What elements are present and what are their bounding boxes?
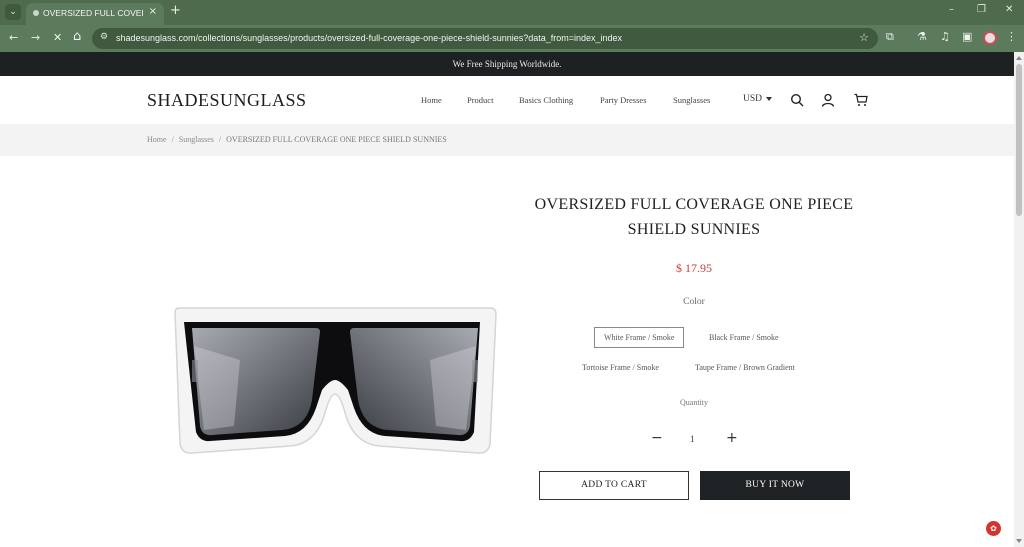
scroll-down-icon[interactable] bbox=[1016, 539, 1022, 543]
tab-favicon-icon bbox=[33, 10, 39, 16]
home-icon[interactable]: ⌂ bbox=[73, 29, 81, 44]
forward-icon[interactable]: → bbox=[31, 31, 40, 44]
chat-widget-icon[interactable]: ✿ bbox=[986, 521, 1001, 536]
nav-home[interactable]: Home bbox=[421, 95, 442, 105]
bookmark-star-icon[interactable]: ☆ bbox=[859, 31, 869, 44]
page-scrollbar[interactable] bbox=[1014, 52, 1024, 547]
labs-icon[interactable]: ⚗ bbox=[917, 30, 927, 43]
breadcrumb-current: OVERSIZED FULL COVERAGE ONE PIECE SHIELD… bbox=[226, 135, 447, 144]
breadcrumb-sunglasses[interactable]: Sunglasses bbox=[179, 135, 214, 144]
nav-party-dresses[interactable]: Party Dresses bbox=[600, 95, 647, 105]
currency-selector[interactable]: USD bbox=[743, 94, 773, 104]
quantity-value[interactable]: 1 bbox=[690, 434, 695, 444]
announcement-bar: We Free Shipping Worldwide. bbox=[0, 52, 1014, 76]
tab-search-icon[interactable]: ⌄ bbox=[5, 4, 21, 20]
chevron-down-icon bbox=[766, 96, 773, 101]
side-panel-icon[interactable]: ▣ bbox=[962, 30, 972, 43]
extensions-icon[interactable]: ⧉ bbox=[886, 30, 894, 44]
back-icon[interactable]: ← bbox=[9, 31, 18, 44]
url-field[interactable]: ⚙ shadesunglass.com/collections/sunglass… bbox=[92, 28, 878, 49]
window-close-icon[interactable]: ✕ bbox=[1005, 4, 1013, 15]
account-icon[interactable] bbox=[821, 93, 835, 107]
browser-menu-icon[interactable]: ⋮ bbox=[1006, 30, 1017, 43]
profile-avatar[interactable] bbox=[983, 31, 997, 45]
product-image[interactable] bbox=[170, 306, 500, 458]
currency-label: USD bbox=[743, 94, 763, 104]
product-price: $ 17.95 bbox=[676, 261, 712, 275]
buy-now-button[interactable]: BUY IT NOW bbox=[700, 471, 850, 500]
color-label: Color bbox=[683, 297, 705, 307]
tab-close-icon[interactable]: × bbox=[149, 6, 157, 17]
address-bar: ← → ✕ ⌂ ⚙ shadesunglass.com/collections/… bbox=[0, 25, 1024, 52]
cart-icon[interactable] bbox=[854, 93, 868, 107]
minimize-icon[interactable]: – bbox=[949, 4, 954, 15]
quantity-increase-button[interactable]: + bbox=[726, 430, 738, 446]
tab-title: OVERSIZED FULL COVERAGE O bbox=[43, 8, 143, 18]
breadcrumb: Home / Sunglasses / OVERSIZED FULL COVERAGE … bbox=[0, 124, 1014, 156]
media-icon[interactable]: ♫ bbox=[940, 30, 950, 43]
add-to-cart-button[interactable]: ADD TO CART bbox=[539, 471, 689, 500]
nav-sunglasses[interactable]: Sunglasses bbox=[673, 95, 710, 105]
search-icon[interactable] bbox=[790, 93, 804, 107]
quantity-label: Quantity bbox=[680, 398, 708, 407]
site-header: SHADESUNGLASS Home Product Basics Clothi… bbox=[0, 76, 1014, 124]
nav-basics-clothing[interactable]: Basics Clothing bbox=[519, 95, 573, 105]
site-logo[interactable]: SHADESUNGLASS bbox=[147, 90, 307, 111]
scrollbar-thumb[interactable] bbox=[1016, 64, 1022, 216]
product-title-line1: OVERSIZED FULL COVERAGE ONE PIECE bbox=[534, 196, 854, 213]
nav-product[interactable]: Product bbox=[467, 95, 493, 105]
color-option-taupe-brown-gradient[interactable]: Taupe Frame / Brown Gradient bbox=[695, 363, 795, 372]
breadcrumb-separator: / bbox=[171, 135, 174, 144]
restore-icon[interactable]: ❐ bbox=[977, 4, 986, 15]
breadcrumb-home[interactable]: Home bbox=[147, 135, 167, 144]
product-title-line2: SHIELD SUNNIES bbox=[627, 221, 761, 238]
browser-tab-bar: ⌄ OVERSIZED FULL COVERAGE O × + – ❐ ✕ bbox=[0, 0, 1024, 25]
breadcrumb-separator: / bbox=[218, 135, 222, 144]
quantity-decrease-button[interactable]: − bbox=[651, 430, 663, 446]
product-title: OVERSIZED FULL COVERAGE ONE PIECE SHIELD… bbox=[524, 192, 864, 242]
browser-tab[interactable]: OVERSIZED FULL COVERAGE O × bbox=[26, 3, 164, 25]
color-option-tortoise-smoke[interactable]: Tortoise Frame / Smoke bbox=[582, 363, 659, 372]
site-info-icon[interactable]: ⚙ bbox=[100, 32, 108, 42]
scroll-up-icon[interactable] bbox=[1016, 56, 1022, 60]
new-tab-icon[interactable]: + bbox=[170, 3, 181, 18]
url-text[interactable]: shadesunglass.com/collections/sunglasses… bbox=[116, 33, 622, 43]
stop-icon[interactable]: ✕ bbox=[53, 31, 62, 44]
color-option-black-smoke[interactable]: Black Frame / Smoke bbox=[709, 333, 779, 342]
color-option-white-smoke[interactable]: White Frame / Smoke bbox=[594, 327, 685, 348]
